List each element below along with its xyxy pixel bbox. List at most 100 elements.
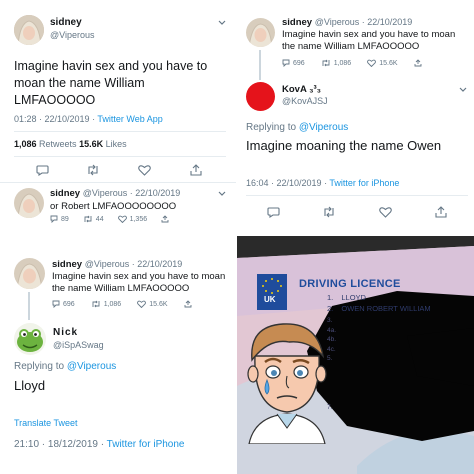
share-button[interactable] — [414, 59, 422, 67]
reply-icon[interactable] — [267, 206, 280, 218]
replying-prefix: Replying to — [14, 361, 67, 372]
reply-button[interactable]: 89 — [50, 215, 69, 223]
reply-icon — [282, 59, 290, 67]
display-name[interactable]: sidney — [52, 259, 82, 270]
panel-driving-licence-photo: UK DRIVING LICENCE 1. LLOYD 2. OWEN ROBE… — [237, 236, 474, 474]
quoted-text: Imagine havin sex and you have to moan t… — [52, 271, 226, 294]
timestamp-text: 16:04 · 22/10/2019 · — [246, 178, 330, 188]
licence-title: DRIVING LICENCE — [299, 278, 401, 290]
reply-count: 696 — [293, 59, 305, 67]
share-icon — [161, 215, 169, 223]
timestamp-text: 01:28 · 22/10/2019 · — [14, 114, 98, 124]
display-name[interactable]: sidney — [282, 17, 312, 28]
user-handle[interactable]: @KovAJSJ — [282, 96, 328, 106]
avatar-photo — [14, 188, 44, 218]
reply-button[interactable]: 696 — [282, 59, 305, 67]
like-button[interactable]: 15.6K — [367, 59, 398, 67]
licence-field-2: 2. OWEN ROBERT WILLIAM — [327, 304, 431, 313]
heart-icon — [117, 215, 127, 223]
retweet-button[interactable]: 1,086 — [91, 300, 122, 308]
tweet-timestamp: 21:10 · 18/12/2019 · Twitter for iPhone — [14, 439, 184, 450]
uk-badge: UK — [264, 295, 276, 304]
heart-icon — [137, 300, 147, 308]
retweet-count[interactable]: 1,086 — [14, 139, 37, 149]
share-button[interactable] — [184, 300, 192, 308]
like-count[interactable]: 15.6K — [79, 139, 103, 149]
frog-icon — [14, 323, 46, 355]
divider — [0, 182, 236, 183]
divider — [14, 131, 226, 132]
timestamp-text: 21:10 · 18/12/2019 · — [14, 439, 107, 450]
user-handle[interactable]: @Viperous · 22/10/2019 — [315, 17, 413, 27]
display-name[interactable]: sidney — [50, 188, 80, 199]
user-handle[interactable]: @Viperous · 22/10/2019 — [85, 259, 183, 269]
retweet-button[interactable]: 1,086 — [321, 59, 352, 67]
display-name[interactable]: Nick — [53, 327, 78, 338]
thread-line — [259, 50, 261, 80]
user-handle[interactable]: @Viperous · 22/10/2019 — [83, 188, 181, 198]
source-link[interactable]: Twitter Web App — [97, 114, 162, 124]
heart-icon[interactable] — [379, 206, 392, 218]
chevron-down-icon[interactable] — [459, 87, 467, 93]
retweet-button[interactable]: 44 — [83, 215, 104, 223]
retweet-icon[interactable] — [322, 206, 336, 218]
reply-count: 89 — [61, 215, 69, 223]
like-button[interactable]: 1,356 — [117, 215, 148, 223]
replying-to: Replying to @Viperous — [246, 122, 348, 133]
share-button[interactable] — [161, 215, 169, 223]
retweet-icon[interactable] — [86, 164, 100, 176]
retweet-icon — [92, 300, 100, 308]
retweet-count: 1,086 — [103, 300, 122, 308]
surname: LLOYD — [341, 293, 366, 302]
avatar-photo — [246, 18, 275, 47]
reply-icon[interactable] — [36, 164, 49, 176]
retweet-count: 44 — [95, 215, 104, 223]
avatar-red-circle[interactable] — [246, 82, 275, 111]
reply-icon — [50, 215, 58, 223]
reply-icon — [52, 300, 60, 308]
source-link[interactable]: Twitter for iPhone — [329, 178, 399, 188]
translate-tweet-link[interactable]: Translate Tweet — [14, 418, 78, 428]
quoted-header: sidney @Viperous · 22/10/2019 — [282, 17, 412, 28]
avatar[interactable] — [14, 188, 44, 218]
user-handle[interactable]: @Viperous — [50, 30, 95, 40]
panel-tweet-lloyd: sidney @Viperous · 22/10/2019 Imagine ha… — [0, 236, 236, 474]
avatar[interactable] — [14, 15, 44, 45]
avatar[interactable] — [246, 18, 275, 47]
licence-field-1: 1. LLOYD — [327, 293, 366, 302]
display-name[interactable]: KovA ₃³₃ — [282, 84, 321, 95]
like-count: 1,356 — [129, 215, 148, 223]
avatar-frog[interactable] — [14, 323, 46, 355]
share-icon[interactable] — [435, 206, 447, 218]
divider — [246, 195, 468, 196]
reply-count: 696 — [63, 300, 75, 308]
heart-icon[interactable] — [138, 164, 151, 176]
like-button[interactable]: 15.6K — [137, 300, 168, 308]
retweet-icon — [84, 215, 92, 223]
reply-text: or Robert LMFAOOOOOOOO — [50, 201, 177, 212]
replying-to-link[interactable]: @Viperous — [67, 361, 116, 372]
chevron-down-icon[interactable] — [218, 20, 226, 26]
given-names: OWEN ROBERT WILLIAM — [341, 304, 431, 313]
field-number: 1. — [327, 293, 334, 302]
display-name[interactable]: sidney — [50, 17, 82, 28]
thread-line — [28, 292, 30, 320]
quoted-action-bar: 696 1,086 15.6K — [52, 300, 192, 308]
reply-button[interactable]: 696 — [52, 300, 75, 308]
user-handle[interactable]: @iSpASwag — [53, 340, 104, 350]
avatar-photo — [14, 15, 44, 45]
panel-tweet-owen: sidney @Viperous · 22/10/2019 Imagine ha… — [237, 0, 474, 233]
retweets-label: Retweets — [36, 139, 80, 149]
avatar[interactable] — [14, 258, 45, 289]
chevron-down-icon[interactable] — [218, 191, 226, 197]
quoted-text: Imagine havin sex and you have to moan t… — [282, 29, 456, 52]
retweet-count: 1,086 — [333, 59, 352, 67]
replying-to: Replying to @Viperous — [14, 361, 116, 372]
source-link[interactable]: Twitter for iPhone — [107, 439, 185, 450]
tweet-text: Imagine havin sex and you have to moan t… — [14, 59, 208, 107]
share-icon[interactable] — [190, 164, 202, 176]
engagement-stats: 1,086 Retweets 15.6K Likes — [14, 139, 127, 149]
replying-to-link[interactable]: @Viperous — [299, 122, 348, 133]
likes-label: Likes — [103, 139, 127, 149]
like-count: 15.6K — [379, 59, 398, 67]
